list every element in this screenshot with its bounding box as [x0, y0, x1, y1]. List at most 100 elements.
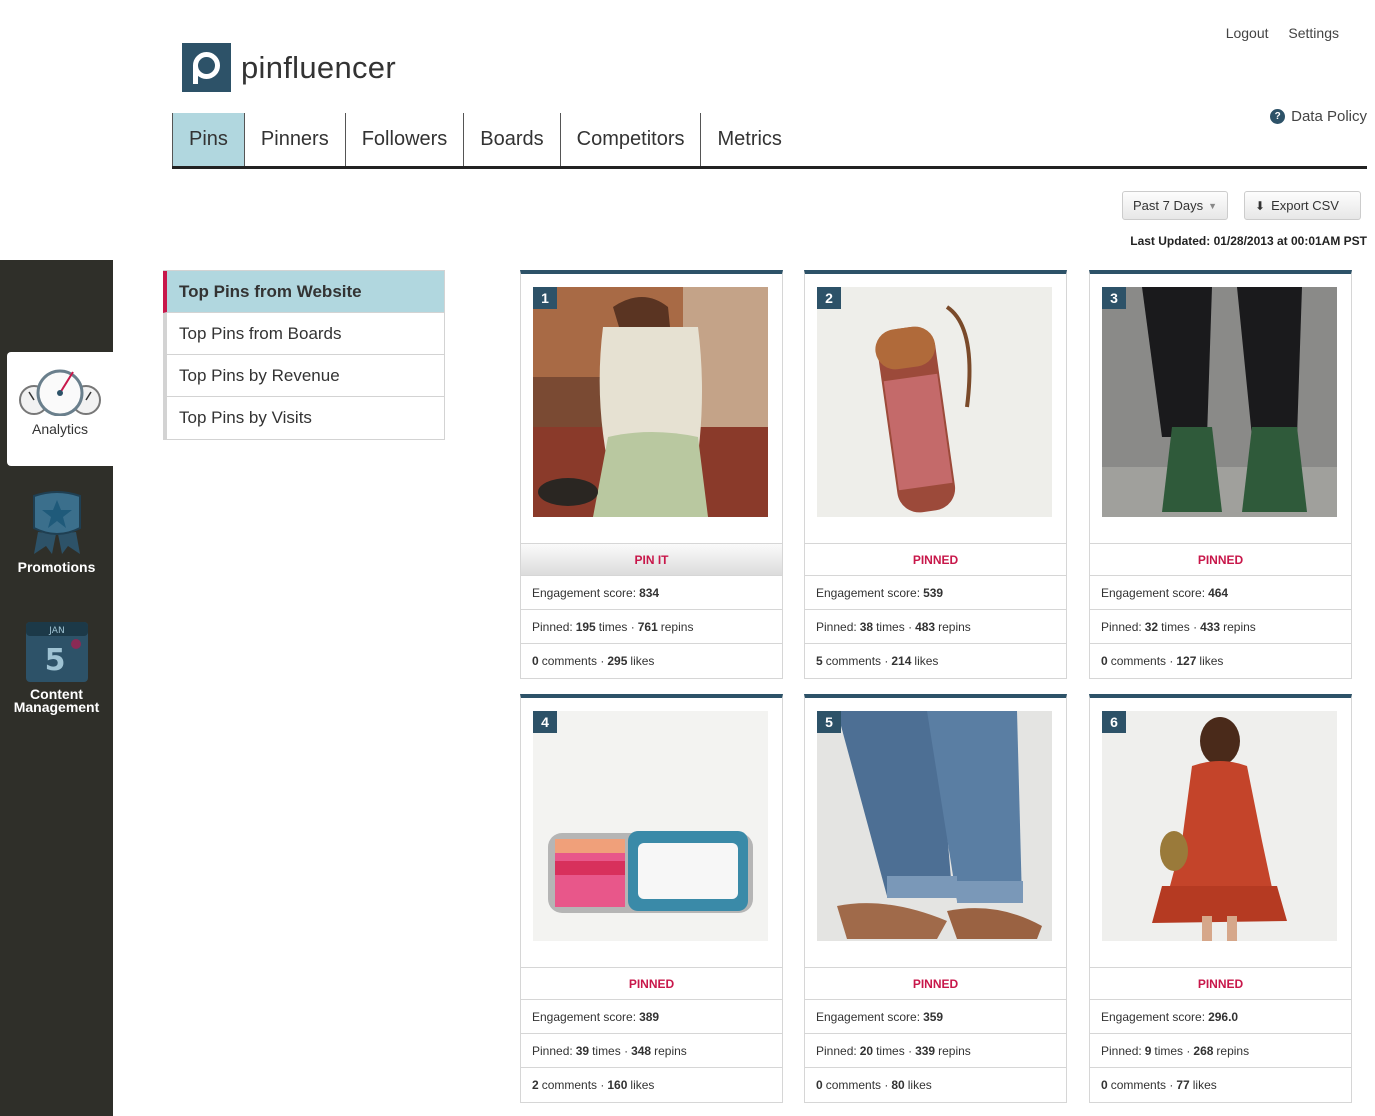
sidebar-item-analytics[interactable]: Analytics [7, 352, 113, 466]
logout-link[interactable]: Logout [1226, 25, 1269, 41]
pin-image[interactable] [817, 287, 1052, 517]
sidebar-item-promotions[interactable]: Promotions [0, 488, 113, 575]
submenu-top-pins-website[interactable]: Top Pins from Website [163, 271, 444, 313]
comments-row: 0 comments · 295 likes [521, 643, 782, 677]
tab-competitors[interactable]: Competitors [561, 113, 702, 166]
caret-down-icon: ▼ [1208, 200, 1217, 211]
download-icon: ⬇ [1255, 198, 1266, 213]
pin-status: PINNED [805, 543, 1066, 575]
submenu-top-pins-boards[interactable]: Top Pins from Boards [163, 313, 444, 355]
pin-rank: 4 [533, 711, 557, 733]
engagement-row: Engagement score: 539 [805, 575, 1066, 609]
comments-row: 0 comments · 80 likes [805, 1067, 1066, 1101]
pinned-count: 9 [1144, 1043, 1152, 1058]
sidebar-label-promotions: Promotions [17, 559, 96, 575]
pin-card: 3 PINNED Engagement score: 464 Pinned: 32 t… [1089, 270, 1352, 679]
engagement-score: 296.0 [1208, 1009, 1239, 1024]
pinned-row: Pinned: 9 times · 268 repins [1090, 1033, 1351, 1067]
pin-image[interactable] [533, 711, 768, 941]
pin-image[interactable] [533, 287, 768, 517]
settings-link[interactable]: Settings [1288, 25, 1339, 41]
likes-count: 160 [607, 1077, 628, 1092]
engagement-row: Engagement score: 359 [805, 999, 1066, 1033]
pinned-count: 32 [1144, 619, 1159, 634]
calendar-day: 5 [44, 643, 65, 678]
tab-boards[interactable]: Boards [464, 113, 561, 166]
tab-metrics[interactable]: Metrics [701, 113, 797, 166]
pin-card: 6 PINNED Engagement score: 296.0 Pinned: 9… [1089, 694, 1352, 1103]
comments-count: 5 [816, 653, 823, 668]
pinned-count: 39 [575, 1043, 590, 1058]
repins-count: 483 [915, 619, 936, 634]
engagement-row: Engagement score: 389 [521, 999, 782, 1033]
left-sidebar: Analytics Promotions JAN 5 Content Manag… [0, 260, 113, 1116]
pin-status: PINNED [1090, 543, 1351, 575]
pinned-row: Pinned: 195 times · 761 repins [521, 609, 782, 643]
award-ribbon-icon [32, 491, 81, 554]
sidebar-label-management: Management [13, 699, 100, 715]
pin-status: PINNED [521, 967, 782, 999]
likes-count: 77 [1176, 1077, 1190, 1092]
calendar-month: JAN [48, 626, 64, 636]
pin-rank: 1 [533, 287, 557, 309]
pin-rank: 6 [1102, 711, 1126, 733]
pinned-count: 38 [859, 619, 874, 634]
pin-rank: 3 [1102, 287, 1126, 309]
tab-pins[interactable]: Pins [172, 113, 245, 166]
date-range-dropdown[interactable]: Past 7 Days ▼ [1122, 191, 1228, 220]
likes-count: 295 [607, 653, 628, 668]
pin-status: PINNED [1090, 967, 1351, 999]
pin-status: PINNED [805, 967, 1066, 999]
export-csv-label: Export CSV [1271, 198, 1339, 213]
pinned-row: Pinned: 20 times · 339 repins [805, 1033, 1066, 1067]
pinned-row: Pinned: 38 times · 483 repins [805, 609, 1066, 643]
engagement-row: Engagement score: 296.0 [1090, 999, 1351, 1033]
engagement-row: Engagement score: 834 [521, 575, 782, 609]
comments-count: 0 [1101, 653, 1108, 668]
engagement-score: 834 [639, 585, 660, 600]
repins-count: 433 [1200, 619, 1221, 634]
pin-rank: 5 [817, 711, 841, 733]
comments-count: 0 [816, 1077, 823, 1092]
pin-image[interactable] [817, 711, 1052, 941]
pinned-count: 195 [575, 619, 596, 634]
repins-count: 339 [915, 1043, 936, 1058]
likes-count: 127 [1176, 653, 1197, 668]
tab-pinners[interactable]: Pinners [245, 113, 346, 166]
date-range-label: Past 7 Days [1133, 198, 1204, 213]
repins-count: 268 [1193, 1043, 1214, 1058]
calendar-icon: JAN 5 [25, 622, 88, 682]
sidebar-label-analytics: Analytics [31, 421, 89, 437]
comments-row: 2 comments · 160 likes [521, 1067, 782, 1101]
gauge-icon [19, 369, 101, 416]
submenu-top-pins-revenue[interactable]: Top Pins by Revenue [163, 355, 444, 397]
pin-it-button[interactable]: PIN IT [521, 543, 782, 575]
comments-count: 0 [1101, 1077, 1108, 1092]
pin-card: 4 PINNED Engagement score: 389 Pinned: 39 t… [520, 694, 783, 1103]
pinned-row: Pinned: 32 times · 433 repins [1090, 609, 1351, 643]
pin-rank: 2 [817, 287, 841, 309]
engagement-row: Engagement score: 464 [1090, 575, 1351, 609]
logo-text: pinfluencer [241, 49, 396, 85]
submenu-top-pins-visits[interactable]: Top Pins by Visits [163, 397, 444, 439]
tab-followers[interactable]: Followers [346, 113, 465, 166]
last-updated-text: Last Updated: 01/28/2013 at 00:01AM PST [1130, 234, 1367, 248]
pinned-row: Pinned: 39 times · 348 repins [521, 1033, 782, 1067]
pinned-count: 20 [859, 1043, 874, 1058]
pin-image[interactable] [1102, 711, 1337, 941]
engagement-score: 539 [923, 585, 944, 600]
pin-card: 5 PINNED Engagement score: 359 Pinned: 20 t… [804, 694, 1067, 1103]
repins-count: 348 [631, 1043, 652, 1058]
engagement-score: 359 [923, 1009, 944, 1024]
logo[interactable]: pinfluencer [182, 43, 396, 92]
likes-count: 80 [891, 1077, 905, 1092]
export-csv-button[interactable]: ⬇ Export CSV [1244, 191, 1361, 220]
logo-p-icon [182, 43, 231, 92]
engagement-score: 464 [1208, 585, 1229, 600]
engagement-score: 389 [639, 1009, 660, 1024]
pin-image[interactable] [1102, 287, 1337, 517]
pin-card: 2 PINNED Engagement score: 539 Pinned: 38 t… [804, 270, 1067, 679]
sidebar-item-content-management[interactable]: JAN 5 Content Management [0, 618, 113, 714]
comments-count: 0 [532, 653, 539, 668]
pin-card: 1 PIN IT Engagement score: 834 Pinned: 195… [520, 270, 783, 679]
